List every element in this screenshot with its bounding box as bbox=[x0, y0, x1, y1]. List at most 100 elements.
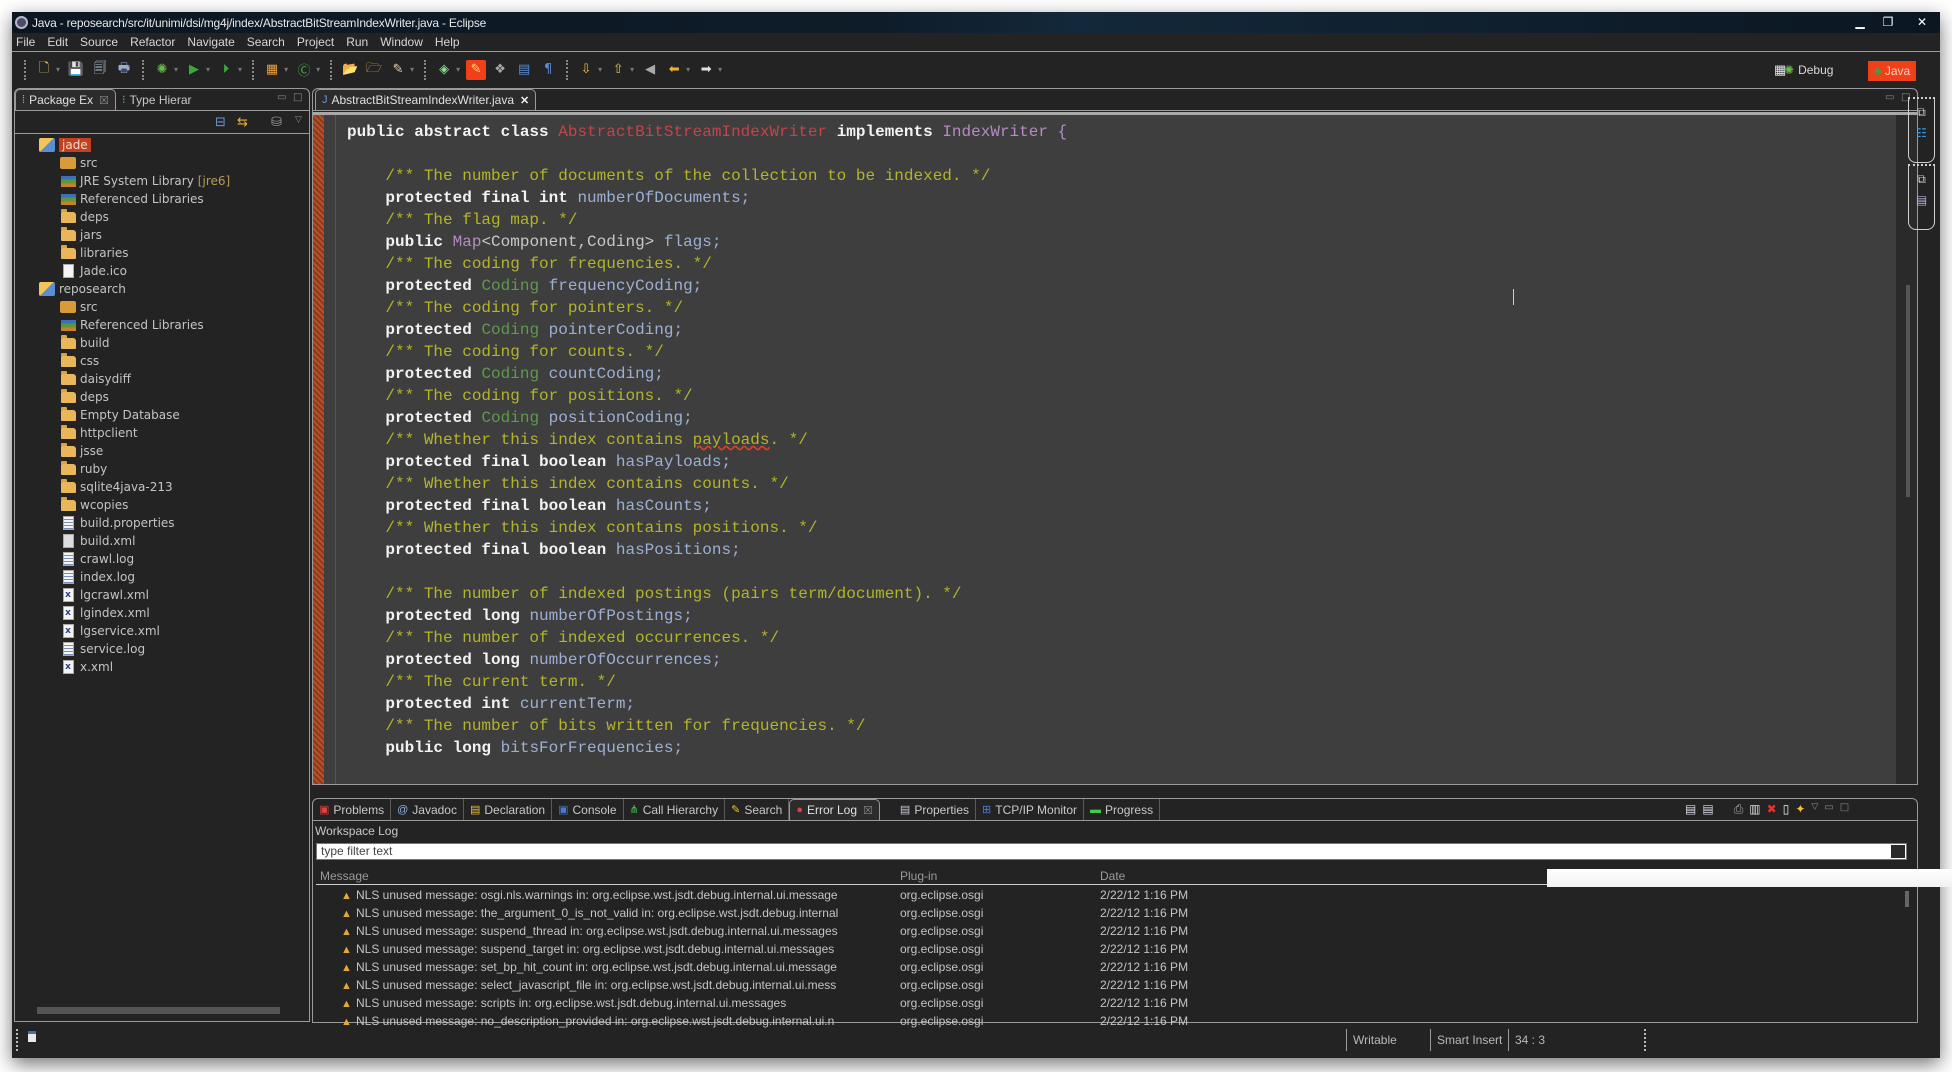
tree-item-referenced-libraries[interactable]: Referenced Libraries bbox=[15, 190, 309, 208]
tree-item-crawl-log[interactable]: crawl.log bbox=[15, 550, 309, 568]
import-log-icon[interactable]: ▤ bbox=[1702, 802, 1713, 817]
print-icon[interactable]: 🖶 bbox=[114, 60, 134, 80]
mark-dropdown-icon[interactable]: ▾ bbox=[456, 65, 460, 74]
tab-error-log[interactable]: ● Error Log ☒ bbox=[789, 799, 880, 820]
tree-item-index-log[interactable]: index.log bbox=[15, 568, 309, 586]
menu-edit[interactable]: Edit bbox=[41, 35, 74, 49]
tree-item-jsse[interactable]: jsse bbox=[15, 442, 309, 460]
log-row[interactable]: ▲ NLS unused message: the_argument_0_is_n… bbox=[316, 905, 1546, 923]
trim-grip[interactable] bbox=[16, 1029, 18, 1051]
toggle-highlight-icon[interactable]: ✎ bbox=[466, 59, 487, 80]
log-row[interactable]: ▲ NLS unused message: osgi.nls.warnings i… bbox=[316, 887, 1546, 905]
menu-navigate[interactable]: Navigate bbox=[181, 35, 240, 49]
menu-help[interactable]: Help bbox=[429, 35, 466, 49]
new-java-class-icon[interactable]: Ⓒ bbox=[294, 60, 314, 80]
filter-icon[interactable]: ⛁ bbox=[271, 115, 282, 130]
run-icon[interactable]: ▶ bbox=[184, 60, 204, 80]
back-dropdown-icon[interactable]: ▾ bbox=[686, 65, 690, 74]
log-row[interactable]: ▲ NLS unused message: suspend_thread in: … bbox=[316, 923, 1546, 941]
tree-item-sqlite4java-213[interactable]: sqlite4java-213 bbox=[15, 478, 309, 496]
show-paragraph-icon[interactable]: ¶ bbox=[538, 60, 558, 80]
external-tools-icon[interactable]: ⏵ bbox=[216, 60, 236, 80]
maximize-view-icon[interactable]: □ bbox=[1840, 802, 1849, 817]
clear-log-icon[interactable]: ✖ bbox=[1767, 802, 1777, 817]
tree-item-daisydiff[interactable]: daisydiff bbox=[15, 370, 309, 388]
minimize-button[interactable]: ▁ bbox=[1848, 12, 1872, 33]
tree-item-css[interactable]: css bbox=[15, 352, 309, 370]
new-icon[interactable]: 🗋 bbox=[34, 60, 54, 80]
open-type-icon[interactable]: 📂 bbox=[340, 60, 360, 80]
tree-item-ruby[interactable]: ruby bbox=[15, 460, 309, 478]
tab-package-explorer[interactable]: ⁞ Package Ex ☒ bbox=[15, 89, 116, 110]
tree-item-build[interactable]: build bbox=[15, 334, 309, 352]
menu-source[interactable]: Source bbox=[74, 35, 124, 49]
tree-item-empty-database[interactable]: Empty Database bbox=[15, 406, 309, 424]
tree-item-referenced-libraries[interactable]: Referenced Libraries bbox=[15, 316, 309, 334]
save-icon[interactable]: 💾 bbox=[66, 60, 86, 80]
task-list-icon[interactable]: ▤ bbox=[1916, 193, 1927, 207]
log-row[interactable]: ▲ NLS unused message: scripts in: org.ecl… bbox=[316, 995, 1546, 1013]
tree-item-jars[interactable]: jars bbox=[15, 226, 309, 244]
tree-item-lgcrawl-xml[interactable]: x lgcrawl.xml bbox=[15, 586, 309, 604]
tab-problems[interactable]: ▣ Problems bbox=[313, 799, 392, 820]
filter-input[interactable]: type filter text bbox=[316, 843, 1907, 860]
show-whitespace-icon[interactable]: ❖ bbox=[490, 60, 510, 80]
minimize-view-icon[interactable]: ▭ bbox=[1885, 92, 1894, 103]
clear-filter-button[interactable] bbox=[1891, 845, 1905, 858]
close-tab-icon[interactable]: ☒ bbox=[863, 804, 873, 817]
run-dropdown-icon[interactable]: ▾ bbox=[206, 65, 210, 74]
tree-item-deps[interactable]: deps bbox=[15, 208, 309, 226]
restore-log-icon[interactable]: ▥ bbox=[1749, 802, 1760, 817]
close-tab-icon[interactable]: ☒ bbox=[99, 94, 109, 107]
fast-view-icon[interactable] bbox=[28, 1031, 36, 1042]
forward-dropdown-icon[interactable]: ▾ bbox=[718, 65, 722, 74]
debug-icon[interactable]: ✺ bbox=[152, 60, 172, 80]
vertical-scrollbar-thumb[interactable] bbox=[1905, 891, 1909, 907]
menu-refactor[interactable]: Refactor bbox=[124, 35, 181, 49]
tab-call-hierarchy[interactable]: ⋔ Call Hierarchy bbox=[624, 799, 726, 820]
column-date[interactable]: Date bbox=[1100, 869, 1125, 883]
tree-item-build-properties[interactable]: build.properties bbox=[15, 514, 309, 532]
menu-file[interactable]: File bbox=[12, 35, 41, 49]
tab-editor-file[interactable]: J AbstractBitStreamIndexWriter.java ✕ bbox=[315, 89, 537, 110]
search-dropdown-icon[interactable]: ▾ bbox=[410, 65, 414, 74]
activate-on-new-events-icon[interactable]: ✦ bbox=[1795, 802, 1805, 817]
delete-log-icon[interactable]: ▯ bbox=[1783, 802, 1790, 817]
tree-item-lgservice-xml[interactable]: x lgservice.xml bbox=[15, 622, 309, 640]
open-log-icon[interactable]: ⎙ bbox=[1734, 802, 1744, 817]
toggle-mark-occurrences-icon[interactable]: ◈ bbox=[434, 60, 454, 80]
vertical-scrollbar-thumb[interactable] bbox=[1906, 285, 1910, 497]
view-menu-icon[interactable]: ▽ bbox=[295, 115, 302, 125]
menu-project[interactable]: Project bbox=[291, 35, 340, 49]
tab-properties[interactable]: ▤ Properties bbox=[894, 799, 977, 820]
open-task-icon[interactable]: 🗁 bbox=[364, 60, 384, 80]
code-editor[interactable]: public abstract class AbstractBitStreamI… bbox=[313, 112, 1917, 784]
log-row[interactable]: ▲ NLS unused message: set_bp_hit_count in… bbox=[316, 959, 1546, 977]
save-all-icon[interactable]: 🗐 bbox=[90, 60, 110, 80]
last-edit-location-icon[interactable]: ◀ bbox=[640, 60, 660, 80]
export-log-icon[interactable]: ▤ bbox=[1685, 802, 1696, 817]
new-dropdown-icon[interactable]: ▾ bbox=[56, 65, 60, 74]
restore-view-icon[interactable]: ⧉ bbox=[1917, 105, 1926, 120]
log-row[interactable]: ▲ NLS unused message: select_javascript_f… bbox=[316, 977, 1546, 995]
tree-item-deps[interactable]: deps bbox=[15, 388, 309, 406]
tab-search[interactable]: ✎ Search bbox=[725, 799, 790, 820]
search-pen-icon[interactable]: ✎ bbox=[388, 60, 408, 80]
close-tab-icon[interactable]: ✕ bbox=[520, 94, 529, 107]
tab-javadoc[interactable]: @ Javadoc bbox=[391, 799, 464, 820]
tree-item-reposearch[interactable]: reposearch bbox=[15, 280, 309, 298]
link-with-editor-icon[interactable]: ⇆ bbox=[237, 115, 248, 130]
outline-icon[interactable]: ☷ bbox=[1916, 126, 1927, 140]
tree-item-libraries[interactable]: libraries bbox=[15, 244, 309, 262]
new-java-package-icon[interactable]: ▦ bbox=[262, 60, 282, 80]
column-message[interactable]: Message bbox=[320, 869, 369, 883]
maximize-view-icon[interactable]: □ bbox=[293, 92, 302, 103]
menu-search[interactable]: Search bbox=[241, 35, 291, 49]
tree-item-httpclient[interactable]: httpclient bbox=[15, 424, 309, 442]
spelling-error[interactable]: payloads bbox=[693, 431, 770, 449]
menu-run[interactable]: Run bbox=[340, 35, 374, 49]
restore-view-icon[interactable]: ⧉ bbox=[1917, 172, 1926, 187]
tree-item-x-xml[interactable]: x x.xml bbox=[15, 658, 309, 676]
tree-item-service-log[interactable]: service.log bbox=[15, 640, 309, 658]
java-perspective-button[interactable]: ♣ Java bbox=[1868, 61, 1917, 81]
